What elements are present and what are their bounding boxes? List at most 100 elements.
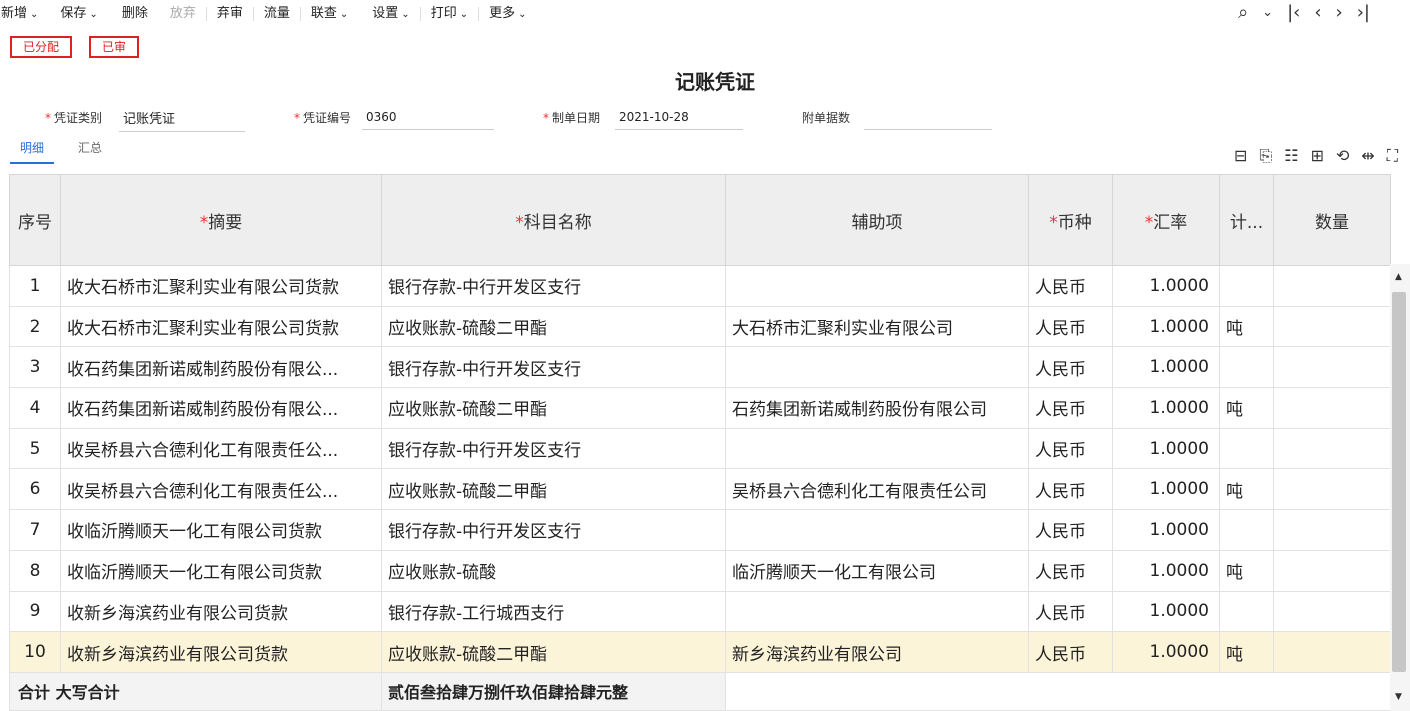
column-header-account[interactable]: *科目名称 (381, 174, 726, 266)
column-header-auxiliary[interactable]: 辅助项 (725, 174, 1029, 266)
currency-cell[interactable]: 人民币 (1028, 631, 1113, 673)
account-cell[interactable]: 银行存款-中行开发区支行 (381, 509, 726, 551)
account-cell[interactable]: 银行存款-工行城西支行 (381, 590, 726, 633)
auxiliary-cell[interactable] (725, 509, 1029, 551)
account-cell[interactable]: 银行存款-中行开发区支行 (381, 346, 726, 389)
column-header-unit[interactable]: 计... (1219, 174, 1274, 266)
summary-cell[interactable]: 收大石桥市汇聚利实业有限公司货款 (60, 265, 382, 307)
quantity-cell[interactable] (1273, 590, 1391, 633)
layout-icon[interactable]: ⊞ (1311, 146, 1324, 166)
column-header-summary[interactable]: *摘要 (60, 174, 382, 266)
currency-cell[interactable]: 人民币 (1028, 549, 1113, 592)
new-button[interactable]: 新增 ⌄ (1, 2, 38, 26)
unit-cell[interactable] (1219, 346, 1274, 389)
quantity-cell[interactable] (1273, 549, 1391, 592)
rate-cell[interactable]: 1.0000 (1112, 427, 1220, 470)
quantity-cell[interactable] (1273, 305, 1391, 348)
summary-cell[interactable]: 收吴桥县六合德利化工有限责任公... (60, 468, 382, 511)
auxiliary-cell[interactable]: 临沂腾顺天一化工有限公司 (725, 549, 1029, 592)
summary-cell[interactable]: 收新乡海滨药业有限公司货款 (60, 590, 382, 633)
account-cell[interactable]: 银行存款-中行开发区支行 (381, 265, 726, 307)
column-header-currency[interactable]: *币种 (1028, 174, 1113, 266)
flow-button[interactable]: 流量 (264, 2, 290, 26)
summary-cell[interactable]: 收大石桥市汇聚利实业有限公司货款 (60, 305, 382, 348)
currency-cell[interactable]: 人民币 (1028, 468, 1113, 511)
tab-detail[interactable]: 明细 (10, 139, 55, 164)
discard-button[interactable]: 放弃 (170, 2, 196, 26)
vertical-scrollbar[interactable]: ▲ ▼ (1390, 264, 1410, 711)
summary-cell[interactable]: 收临沂腾顺天一化工有限公司货款 (60, 509, 382, 551)
unit-cell[interactable] (1219, 427, 1274, 470)
fullscreen-icon[interactable]: ⛶ (1387, 146, 1398, 166)
link-query-button[interactable]: 联查 ⌄ (311, 2, 348, 26)
more-button[interactable]: 更多 ⌄ (489, 2, 526, 26)
rate-cell[interactable]: 1.0000 (1112, 387, 1220, 429)
attachments-input[interactable] (864, 105, 992, 130)
currency-cell[interactable]: 人民币 (1028, 590, 1113, 633)
column-settings-icon[interactable]: ⇹ (1361, 146, 1374, 166)
table-row[interactable]: 7 收临沂腾顺天一化工有限公司货款 银行存款-中行开发区支行 人民币 1.0000 (9, 509, 1391, 551)
auxiliary-cell[interactable]: 石药集团新诺威制药股份有限公司 (725, 387, 1029, 429)
last-record-icon[interactable]: ›| (1357, 2, 1370, 24)
voucher-type-input[interactable]: 记账凭证 (119, 107, 245, 132)
auxiliary-cell[interactable] (725, 346, 1029, 389)
account-cell[interactable]: 应收账款-硫酸 (381, 549, 726, 592)
summary-cell[interactable]: 收石药集团新诺威制药股份有限公... (60, 387, 382, 429)
table-row[interactable]: 1 收大石桥市汇聚利实业有限公司货款 银行存款-中行开发区支行 人民币 1.0000 (9, 265, 1391, 307)
currency-cell[interactable]: 人民币 (1028, 305, 1113, 348)
insert-row-icon[interactable]: ⊟ (1234, 146, 1247, 166)
quantity-cell[interactable] (1273, 387, 1391, 429)
unit-cell[interactable] (1219, 509, 1274, 551)
list-settings-icon[interactable]: ☷ (1284, 146, 1298, 166)
unit-cell[interactable]: 吨 (1219, 305, 1274, 348)
auxiliary-cell[interactable]: 吴桥县六合德利化工有限责任公司 (725, 468, 1029, 511)
quantity-cell[interactable] (1273, 427, 1391, 470)
auxiliary-cell[interactable] (725, 265, 1029, 307)
rate-cell[interactable]: 1.0000 (1112, 468, 1220, 511)
link-icon[interactable]: ⟲ (1336, 146, 1349, 166)
account-cell[interactable]: 应收账款-硫酸二甲酯 (381, 468, 726, 511)
unit-cell[interactable] (1219, 590, 1274, 633)
account-cell[interactable]: 银行存款-中行开发区支行 (381, 427, 726, 470)
settings-button[interactable]: 设置 ⌄ (372, 2, 409, 26)
print-button[interactable]: 打印 ⌄ (431, 2, 468, 26)
quantity-cell[interactable] (1273, 509, 1391, 551)
unit-cell[interactable]: 吨 (1219, 387, 1274, 429)
column-header-quantity[interactable]: 数量 (1273, 174, 1391, 266)
rate-cell[interactable]: 1.0000 (1112, 590, 1220, 633)
auxiliary-cell[interactable]: 大石桥市汇聚利实业有限公司 (725, 305, 1029, 348)
quantity-cell[interactable] (1273, 468, 1391, 511)
date-input[interactable]: 2021-10-28 (615, 105, 743, 130)
table-row[interactable]: 9 收新乡海滨药业有限公司货款 银行存款-工行城西支行 人民币 1.0000 (9, 590, 1391, 633)
rate-cell[interactable]: 1.0000 (1112, 509, 1220, 551)
currency-cell[interactable]: 人民币 (1028, 427, 1113, 470)
copy-icon[interactable]: ⎘ (1259, 146, 1272, 166)
voucher-no-input[interactable]: 0360 (362, 105, 494, 130)
summary-cell[interactable]: 收石药集团新诺威制药股份有限公... (60, 346, 382, 389)
unit-cell[interactable]: 吨 (1219, 631, 1274, 673)
unit-cell[interactable]: 吨 (1219, 468, 1274, 511)
rate-cell[interactable]: 1.0000 (1112, 305, 1220, 348)
delete-button[interactable]: 删除 (122, 2, 148, 26)
chevron-down-icon[interactable]: ⌄ (1262, 2, 1273, 24)
first-record-icon[interactable]: |‹ (1287, 2, 1300, 24)
auxiliary-cell[interactable] (725, 590, 1029, 633)
currency-cell[interactable]: 人民币 (1028, 265, 1113, 307)
account-cell[interactable]: 应收账款-硫酸二甲酯 (381, 631, 726, 673)
scroll-down-icon[interactable]: ▼ (1395, 692, 1402, 702)
summary-cell[interactable]: 收临沂腾顺天一化工有限公司货款 (60, 549, 382, 592)
account-cell[interactable]: 应收账款-硫酸二甲酯 (381, 305, 726, 348)
quantity-cell[interactable] (1273, 631, 1391, 673)
account-cell[interactable]: 应收账款-硫酸二甲酯 (381, 387, 726, 429)
currency-cell[interactable]: 人民币 (1028, 387, 1113, 429)
unit-cell[interactable]: 吨 (1219, 549, 1274, 592)
currency-cell[interactable]: 人民币 (1028, 509, 1113, 551)
table-row[interactable]: 6 收吴桥县六合德利化工有限责任公... 应收账款-硫酸二甲酯 吴桥县六合德利化工有限… (9, 468, 1391, 511)
quantity-cell[interactable] (1273, 265, 1391, 307)
unapprove-button[interactable]: 弃审 (217, 2, 243, 26)
rate-cell[interactable]: 1.0000 (1112, 265, 1220, 307)
quantity-cell[interactable] (1273, 346, 1391, 389)
scrollbar-thumb[interactable] (1392, 292, 1406, 672)
rate-cell[interactable]: 1.0000 (1112, 631, 1220, 673)
rate-cell[interactable]: 1.0000 (1112, 346, 1220, 389)
